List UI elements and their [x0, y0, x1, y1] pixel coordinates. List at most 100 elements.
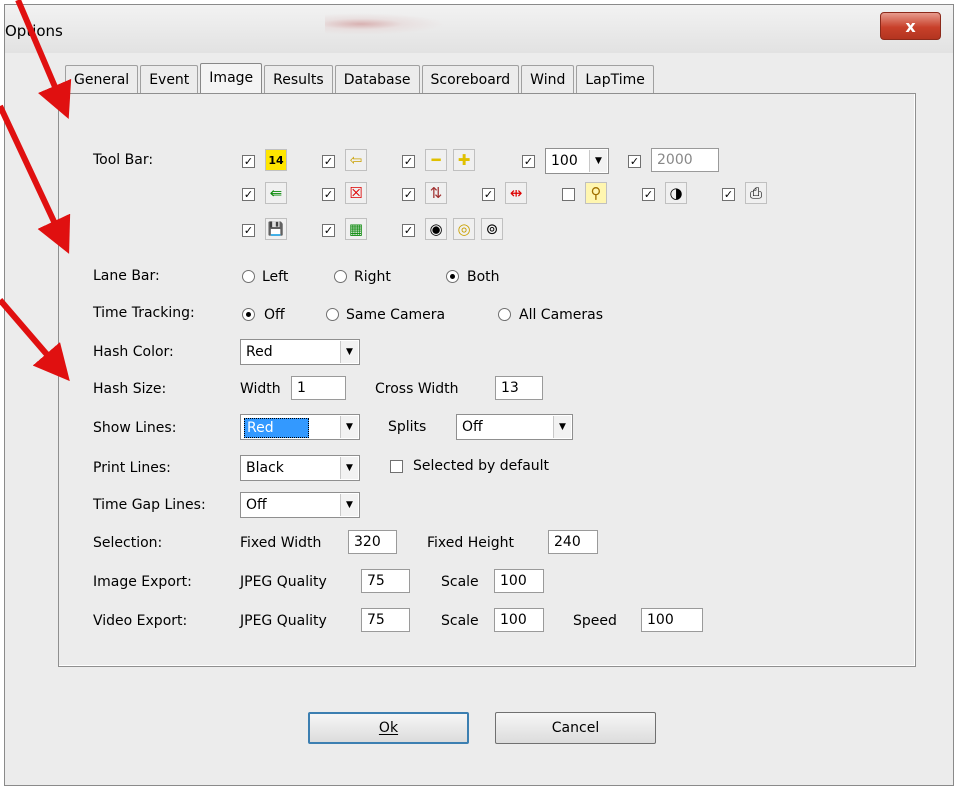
- zoom-combo[interactable]: 100 ▼: [545, 148, 609, 174]
- tab-scoreboard[interactable]: Scoreboard: [421, 65, 520, 95]
- camera-lens-icon[interactable]: ⊚: [481, 218, 503, 240]
- ok-button[interactable]: Ok: [308, 712, 469, 744]
- cancel-button[interactable]: Cancel: [495, 712, 656, 744]
- toolbar-calendar-checkbox[interactable]: [242, 155, 255, 168]
- time-gap-lines-value: Off: [246, 497, 267, 513]
- tab-image[interactable]: Image: [200, 63, 263, 95]
- tab-database[interactable]: Database: [334, 65, 420, 95]
- toolbar-label: Tool Bar:: [93, 152, 154, 168]
- arrow-left-icon[interactable]: ⇦: [345, 149, 367, 171]
- video-jpeg-quality-field[interactable]: 75: [361, 608, 410, 632]
- time-gap-lines-select[interactable]: Off ▼: [240, 492, 360, 518]
- toolbar-zoom-checkbox[interactable]: [522, 155, 535, 168]
- toolbar-magnifier-checkbox[interactable]: [562, 188, 575, 201]
- chevron-down-icon[interactable]: ▼: [553, 416, 571, 438]
- lane-bar-left-label[interactable]: Left: [262, 269, 288, 285]
- tab-results[interactable]: Results: [264, 65, 333, 95]
- hash-color-value: Red: [246, 344, 273, 360]
- options-dialog: Options x General Event Image Results Da…: [4, 4, 954, 786]
- chevron-down-icon[interactable]: ▼: [340, 457, 358, 479]
- magnifier-icon[interactable]: ⚲: [585, 182, 607, 204]
- video-speed-label: Speed: [573, 613, 617, 629]
- video-scale-field[interactable]: 100: [494, 608, 544, 632]
- plus-icon[interactable]: ✚: [453, 149, 475, 171]
- contrast-icon[interactable]: ◑: [665, 182, 687, 204]
- number-field[interactable]: 2000: [651, 148, 719, 172]
- title-bar-decoration: [325, 13, 445, 35]
- minus-icon[interactable]: ━: [425, 149, 447, 171]
- toolbar-number-checkbox[interactable]: [628, 155, 641, 168]
- cross-width-field[interactable]: 13: [495, 376, 543, 400]
- tab-wind[interactable]: Wind: [521, 65, 575, 95]
- video-speed-field[interactable]: 100: [641, 608, 703, 632]
- selection-label: Selection:: [93, 535, 163, 551]
- tab-laptime[interactable]: LapTime: [576, 65, 654, 95]
- fixed-width-label: Fixed Width: [240, 535, 322, 551]
- video-scale-label: Scale: [441, 613, 479, 629]
- lane-bar-label: Lane Bar:: [93, 268, 160, 284]
- hash-color-select[interactable]: Red ▼: [240, 339, 360, 365]
- lane-bar-right-radio[interactable]: [334, 270, 347, 283]
- splits-label: Splits: [388, 419, 427, 435]
- splits-select[interactable]: Off ▼: [456, 414, 573, 440]
- lane-bar-left-radio[interactable]: [242, 270, 255, 283]
- toolbar-export-checkbox[interactable]: [242, 188, 255, 201]
- target-icon[interactable]: ◉: [425, 218, 447, 240]
- lane-bar-both-radio[interactable]: [446, 270, 459, 283]
- printer-icon[interactable]: ⎙: [745, 182, 767, 204]
- hash-size-label: Hash Size:: [93, 381, 167, 397]
- toolbar-cross-checkbox[interactable]: [322, 188, 335, 201]
- time-tracking-same-camera-radio[interactable]: [326, 308, 339, 321]
- close-button[interactable]: x: [880, 12, 941, 40]
- lane-bar-both-label[interactable]: Both: [467, 269, 500, 285]
- image-export-label: Image Export:: [93, 574, 192, 590]
- window-title: Options: [5, 22, 63, 40]
- time-tracking-all-cameras-radio[interactable]: [498, 308, 511, 321]
- selected-by-default-label[interactable]: Selected by default: [413, 458, 549, 474]
- toolbar-split-checkbox[interactable]: [482, 188, 495, 201]
- image-jpeg-quality-field[interactable]: 75: [361, 569, 410, 593]
- chevron-down-icon[interactable]: ▼: [340, 416, 358, 438]
- show-lines-value: Red: [244, 418, 309, 438]
- toolbar-minus-checkbox[interactable]: [402, 155, 415, 168]
- toolbar-target-checkbox[interactable]: [402, 224, 415, 237]
- time-tracking-off-label[interactable]: Off: [264, 307, 285, 323]
- toolbar-printer-checkbox[interactable]: [722, 188, 735, 201]
- toolbar-transfer-checkbox[interactable]: [402, 188, 415, 201]
- fixed-height-label: Fixed Height: [427, 535, 515, 551]
- red-cross-icon[interactable]: ☒: [345, 182, 367, 204]
- print-lines-select[interactable]: Black ▼: [240, 455, 360, 481]
- cancel-button-label: Cancel: [551, 720, 600, 736]
- toolbar-save-checkbox[interactable]: [242, 224, 255, 237]
- hash-color-label: Hash Color:: [93, 344, 174, 360]
- selected-by-default-checkbox[interactable]: [390, 460, 403, 473]
- lane-bar-right-label[interactable]: Right: [354, 269, 391, 285]
- green-grid-icon[interactable]: ▦: [345, 218, 367, 240]
- time-tracking-same-camera-label[interactable]: Same Camera: [346, 307, 445, 323]
- video-export-label: Video Export:: [93, 613, 188, 629]
- yellow-ring-icon[interactable]: ◎: [453, 218, 475, 240]
- ok-button-label: Ok: [378, 720, 399, 736]
- time-tracking-all-cameras-label[interactable]: All Cameras: [519, 307, 603, 323]
- tab-general[interactable]: General: [65, 65, 139, 95]
- transfer-icon[interactable]: ⇅: [425, 182, 447, 204]
- green-export-icon[interactable]: ⇚: [265, 182, 287, 204]
- save-icon[interactable]: 💾: [265, 218, 287, 240]
- fixed-height-field[interactable]: 240: [548, 530, 598, 554]
- fixed-width-field[interactable]: 320: [348, 530, 397, 554]
- show-lines-select[interactable]: Red ▼: [240, 414, 360, 440]
- chevron-down-icon[interactable]: ▼: [340, 494, 358, 516]
- tab-event[interactable]: Event: [140, 65, 199, 95]
- split-lines-icon[interactable]: ⇹: [505, 182, 527, 204]
- time-tracking-off-radio[interactable]: [242, 308, 255, 321]
- image-scale-field[interactable]: 100: [494, 569, 544, 593]
- toolbar-grid-checkbox[interactable]: [322, 224, 335, 237]
- time-gap-lines-label: Time Gap Lines:: [93, 497, 206, 513]
- toolbar-contrast-checkbox[interactable]: [642, 188, 655, 201]
- hash-width-field[interactable]: 1: [291, 376, 346, 400]
- chevron-down-icon[interactable]: ▼: [340, 341, 358, 363]
- chevron-down-icon[interactable]: ▼: [589, 150, 607, 172]
- calendar-14-icon[interactable]: 14: [265, 149, 287, 171]
- toolbar-arrow-checkbox[interactable]: [322, 155, 335, 168]
- print-lines-label: Print Lines:: [93, 460, 171, 476]
